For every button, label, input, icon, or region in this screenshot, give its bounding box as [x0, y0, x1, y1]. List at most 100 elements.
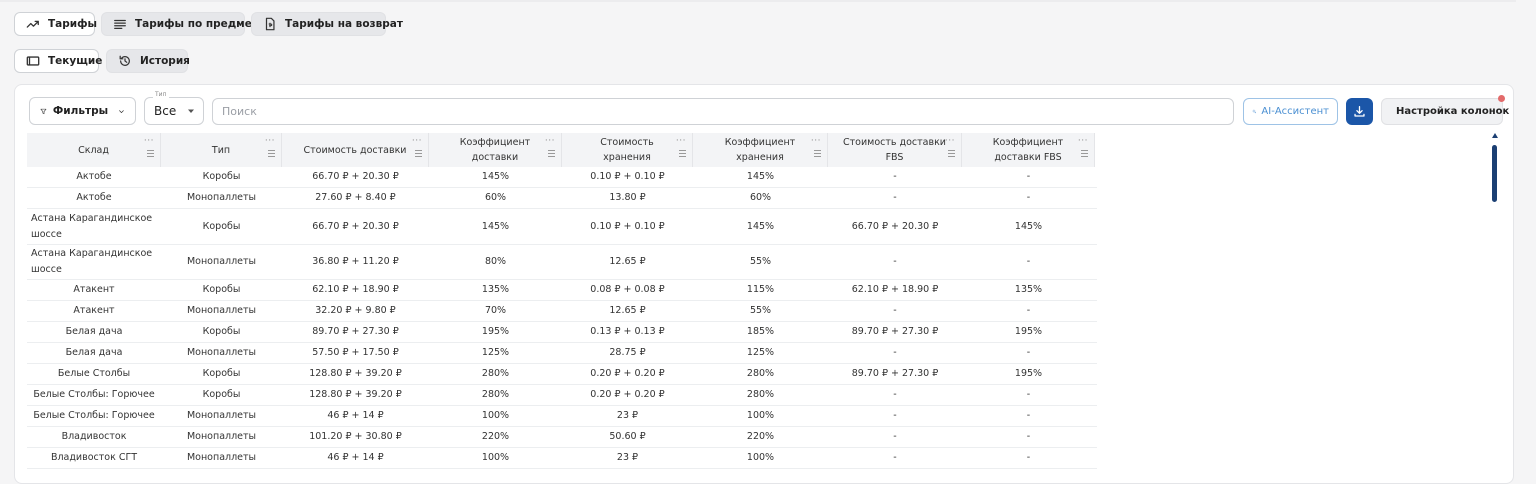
subtab-1[interactable]: История — [106, 49, 190, 73]
column-header[interactable]: Стоимость хранения ··· — [562, 133, 693, 167]
tab-1[interactable]: Тарифы по предмету — [101, 12, 265, 36]
table-cell: - — [1026, 256, 1031, 267]
column-menu-icon[interactable] — [814, 150, 821, 157]
subtab-0[interactable]: Текущие — [14, 49, 102, 73]
column-header[interactable]: Тип ··· — [161, 133, 282, 167]
table-row[interactable]: Актобе Коробы 66.70 ₽ + 20.30 ₽ 145% 0.10 ₽ … — [27, 167, 1097, 188]
vertical-scrollbar-thumb[interactable] — [1492, 145, 1497, 202]
table-row[interactable]: Астана Карагандинское шоссе Монопаллеты 36… — [27, 245, 1097, 280]
column-header[interactable]: Коэффициент доставки FBS ··· — [962, 133, 1095, 167]
filters-button[interactable]: Фильтры — [29, 97, 136, 125]
table-cell: - — [1026, 389, 1031, 400]
tab-2[interactable]: Тарифы на возврат — [251, 12, 403, 36]
table-cell: Монопаллеты — [186, 305, 257, 316]
table-cell: 280% — [746, 368, 775, 379]
table-cell: 66.70 ₽ + 20.30 ₽ — [851, 220, 939, 232]
table-row[interactable]: Белые Столбы: Горючее Коробы 128.80 ₽ + 39… — [27, 385, 1097, 406]
column-menu-icon[interactable] — [548, 150, 555, 157]
tab-label: Тарифы на возврат — [285, 18, 403, 30]
table-cell: 55% — [749, 305, 772, 316]
table-cell: Коробы — [202, 284, 241, 295]
column-menu-icon[interactable] — [679, 150, 686, 157]
column-header[interactable]: Коэффициент доставки ··· — [429, 133, 562, 167]
ai-assistant-label: AI-Ассистент — [1261, 106, 1329, 117]
table-cell: 145% — [746, 220, 775, 232]
table-cell: - — [893, 347, 897, 358]
table-cell: Атакент — [73, 305, 115, 316]
table-cell: Монопаллеты — [186, 431, 257, 442]
table-cell: - — [893, 410, 897, 421]
table-cell: Коробы — [202, 171, 241, 182]
table-cell: - — [893, 256, 897, 267]
table-cell: 28.75 ₽ — [609, 347, 646, 358]
table-cell: Белые Столбы — [57, 368, 131, 379]
filter-icon — [40, 108, 47, 114]
table-cell: - — [1026, 410, 1031, 421]
column-header-label: Тип — [211, 144, 231, 156]
column-menu-icon[interactable] — [948, 150, 955, 157]
tariffs-panel: Фильтры Тип Все AI-Ассистент Настройка к… — [14, 84, 1514, 484]
table-row[interactable]: Владивосток СГТ Монопаллеты 46 ₽ + 14 ₽ 100… — [27, 448, 1097, 469]
table-row[interactable]: Владивосток Монопаллеты 101.20 ₽ + 30.80 ₽… — [27, 427, 1097, 448]
table-cell: 55% — [749, 256, 772, 267]
table-cell: Астана Карагандинское шоссе — [31, 248, 153, 275]
table-cell: 80% — [484, 256, 507, 267]
type-select[interactable]: Тип Все — [144, 91, 204, 125]
more-dots-icon[interactable]: ··· — [545, 134, 555, 149]
table-cell: 23 ₽ — [616, 452, 639, 463]
table-cell: - — [893, 452, 897, 463]
search-input[interactable] — [212, 98, 1234, 125]
column-menu-icon[interactable] — [147, 150, 154, 157]
table-cell: 128.80 ₽ + 39.20 ₽ — [309, 389, 402, 400]
table-row[interactable]: Белые Столбы: Горючее Монопаллеты 46 ₽ + 1… — [27, 406, 1097, 427]
document-icon — [265, 17, 275, 31]
tab-0[interactable]: Тарифы — [14, 12, 97, 36]
table-cell: Белые Столбы: Горючее — [33, 410, 155, 421]
table-cell: 89.70 ₽ + 27.30 ₽ — [851, 368, 939, 379]
table-row[interactable]: Белые Столбы Коробы 128.80 ₽ + 39.20 ₽ 280%… — [27, 364, 1097, 385]
table-cell: 100% — [481, 452, 510, 463]
table-header-row: Склад ··· Тип ··· Стоимость доставки ··· Коэфф… — [27, 133, 1095, 167]
column-menu-icon[interactable] — [268, 150, 275, 157]
more-dots-icon[interactable]: ··· — [1078, 134, 1088, 149]
more-dots-icon[interactable]: ··· — [676, 134, 686, 149]
table-cell: 145% — [746, 171, 775, 182]
table-cell: Белая дача — [65, 347, 123, 358]
column-header-label: Коэффициент доставки — [459, 137, 531, 163]
column-header[interactable]: Стоимость доставки FBS ··· — [828, 133, 962, 167]
more-dots-icon[interactable]: ··· — [811, 134, 821, 149]
download-button[interactable] — [1346, 98, 1373, 125]
scroll-up-arrow[interactable] — [1492, 133, 1498, 138]
table-cell: 0.08 ₽ + 0.08 ₽ — [590, 284, 665, 295]
table-cell: - — [1026, 347, 1031, 358]
table-cell: 101.20 ₽ + 30.80 ₽ — [309, 431, 402, 442]
table-cell: 13.80 ₽ — [609, 192, 646, 203]
column-settings-button[interactable]: Настройка колонок — [1381, 98, 1509, 125]
ai-assistant-button[interactable]: AI-Ассистент — [1243, 98, 1338, 125]
column-header[interactable]: Стоимость доставки ··· — [282, 133, 429, 167]
more-dots-icon[interactable]: ··· — [945, 134, 955, 149]
table-row[interactable]: Актобе Монопаллеты 27.60 ₽ + 8.40 ₽ 60% 13.8… — [27, 188, 1097, 209]
table-row[interactable]: Атакент Монопаллеты 32.20 ₽ + 9.80 ₽ 70% 12.… — [27, 301, 1097, 322]
table-row[interactable]: Атакент Коробы 62.10 ₽ + 18.90 ₽ 135% 0.08 ₽… — [27, 280, 1097, 301]
subtab-label: История — [140, 55, 190, 67]
column-header[interactable]: Склад ··· — [27, 133, 161, 167]
table-row[interactable]: Белая дача Коробы 89.70 ₽ + 27.30 ₽ 195% 0.1… — [27, 322, 1097, 343]
more-dots-icon[interactable]: ··· — [265, 134, 275, 149]
history-icon — [119, 55, 130, 66]
table-cell: 195% — [481, 326, 510, 337]
column-settings-label: Настройка колонок — [1396, 106, 1510, 117]
more-dots-icon[interactable]: ··· — [144, 134, 154, 149]
column-menu-icon[interactable] — [1081, 150, 1088, 157]
more-dots-icon[interactable]: ··· — [412, 134, 422, 149]
table-cell: Атакент — [73, 284, 115, 295]
column-header-label: Коэффициент хранения — [724, 137, 796, 163]
table-cell: 60% — [484, 192, 507, 203]
table-cell: 0.10 ₽ + 0.10 ₽ — [590, 220, 665, 232]
table-row[interactable]: Белая дача Монопаллеты 57.50 ₽ + 17.50 ₽ 12… — [27, 343, 1097, 364]
table-row[interactable]: Астана Карагандинское шоссе Коробы 66.70 ₽… — [27, 209, 1097, 245]
table-cell: 135% — [1014, 284, 1043, 295]
column-menu-icon[interactable] — [415, 150, 422, 157]
column-header[interactable]: Коэффициент хранения ··· — [693, 133, 828, 167]
table-cell: 195% — [1014, 326, 1043, 337]
